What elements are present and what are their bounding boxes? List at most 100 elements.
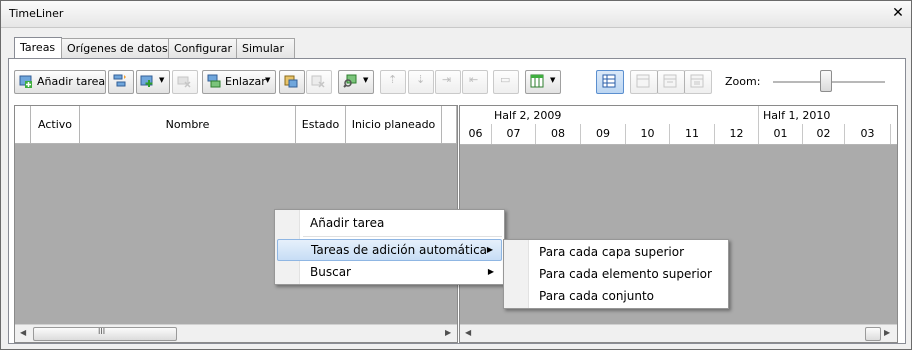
link-label: Enlazar [225,75,266,88]
link-button[interactable]: Enlazar ▼ [202,70,276,94]
insert-task-button[interactable] [108,70,134,94]
add-task-button[interactable]: Añadir tarea [14,70,106,94]
find-icon [343,74,357,88]
column-label: Nombre [165,118,210,131]
view-mode-3-button[interactable] [684,70,712,94]
half-divider [758,106,759,124]
delete-icon [177,76,191,88]
scrollbar-thumb[interactable] [865,327,881,341]
scroll-left-icon[interactable]: ◀ [465,328,471,337]
indent-icon: ⇥ [442,73,452,86]
add-task-label: Añadir tarea [37,75,106,88]
indent-button[interactable]: ⇥ [435,70,461,94]
zoom-label: Zoom: [725,75,761,88]
view-mode-icon [636,74,650,88]
context-menu: Añadir tarea Tareas de adición automátic… [274,209,505,285]
window-title: TimeLiner [9,7,64,20]
column-header-status[interactable]: Estado [296,106,346,144]
month-label: 11 [670,124,715,144]
tab-configurar[interactable]: Configurar [168,38,242,58]
scroll-right-icon[interactable]: ▶ [445,328,451,337]
add-task-icon [19,75,32,88]
scroll-left-icon[interactable]: ◀ [20,328,26,337]
menu-item-each-top-item[interactable]: Para cada elemento superior [506,263,726,285]
tab-label: Simular [242,42,285,55]
view-mode-2-button[interactable] [657,70,685,94]
column-header-name[interactable]: Nombre [80,106,296,144]
menu-item-label: Buscar [310,265,351,279]
month-label: 08 [536,124,581,144]
submenu-arrow-icon: ▶ [487,267,494,276]
insert-task-icon [113,74,126,87]
find-items-button[interactable]: ▼ [338,70,374,94]
close-icon[interactable]: ✕ [891,5,905,21]
month-label: 10 [626,124,670,144]
move-up-icon: ⇡ [388,73,398,86]
link-icon [207,74,221,88]
view-mode-icon [690,74,704,88]
gantt-horizontal-scrollbar[interactable]: ◀ ▶ [460,324,897,342]
columns-button[interactable]: ▼ [525,70,561,94]
tab-simular[interactable]: Simular [236,38,295,58]
view-mode-1-button[interactable] [630,70,658,94]
column-label: Estado [301,118,340,131]
menu-item-each-top-layer[interactable]: Para cada capa superior [506,241,726,263]
chevron-down-icon: ▼ [159,76,165,84]
menu-item-label: Para cada elemento superior [539,267,712,281]
move-down-button[interactable]: ⇣ [408,70,434,94]
column-header-overflow [442,106,457,144]
column-header-planned-start[interactable]: Inicio planeado [346,106,442,144]
scrollbar-thumb[interactable]: III [33,327,177,341]
submenu-arrow-icon: ▶ [486,245,493,254]
attach-icon [284,75,298,88]
column-label: Inicio planeado [351,118,436,131]
gantt-half-header: Half 2, 2009 Half 1, 2010 [460,106,897,125]
delete-task-button[interactable] [172,70,198,94]
month-label: 09 [581,124,626,144]
task-grid-horizontal-scrollbar[interactable]: ◀ III ▶ [15,324,457,342]
zoom-slider-thumb[interactable] [820,70,832,92]
comment-button[interactable]: ▭ [493,70,519,94]
move-up-button[interactable]: ⇡ [380,70,406,94]
chevron-down-icon: ▼ [550,76,556,84]
menu-item-auto-add-tasks[interactable]: Tareas de adición automática ▶ [277,239,502,261]
tab-label: Orígenes de datos [67,42,168,55]
detach-icon [311,75,325,88]
move-down-icon: ⇣ [416,73,426,86]
chevron-down-icon: ▼ [265,76,271,84]
auto-add-tasks-button[interactable]: ▼ [136,70,170,94]
detach-button[interactable] [306,70,332,94]
column-label: Activo [38,118,72,131]
month-label: 03 [845,124,891,144]
month-label: 02 [803,124,845,144]
menu-item-each-set[interactable]: Para cada conjunto [506,285,726,307]
column-header-active[interactable]: Activo [31,106,80,144]
tab-label: Tareas [20,41,56,54]
tab-tareas[interactable]: Tareas [14,37,62,59]
menu-item-label: Para cada capa superior [539,245,685,259]
grid-view-icon [602,74,616,88]
auto-add-submenu: Para cada capa superior Para cada elemen… [503,239,729,309]
menu-separator [303,236,502,237]
scrollbar-grip: III [98,327,106,336]
attach-button[interactable] [279,70,305,94]
chevron-down-icon: ▼ [363,76,369,84]
show-grid-button[interactable] [596,70,624,94]
menu-item-find[interactable]: Buscar ▶ [277,261,502,283]
columns-icon [530,74,544,88]
scroll-right-icon[interactable]: ▶ [884,328,890,337]
month-label: 06 [460,124,492,144]
tab-origenes-de-datos[interactable]: Orígenes de datos [61,38,172,58]
view-mode-icon [663,74,677,88]
outdent-icon: ⇤ [469,73,479,86]
title-bar: TimeLiner ✕ [1,1,911,28]
menu-item-add-task[interactable]: Añadir tarea [277,212,502,234]
tab-label: Configurar [174,42,233,55]
menu-item-label: Para cada conjunto [539,289,655,303]
gantt-month-header: 06 07 08 09 10 11 12 01 02 03 [460,124,897,145]
outdent-button[interactable]: ⇤ [462,70,488,94]
row-header-corner [15,106,31,144]
half-label: Half 1, 2010 [763,109,831,122]
month-label: 01 [759,124,803,144]
comment-icon: ▭ [500,73,511,86]
